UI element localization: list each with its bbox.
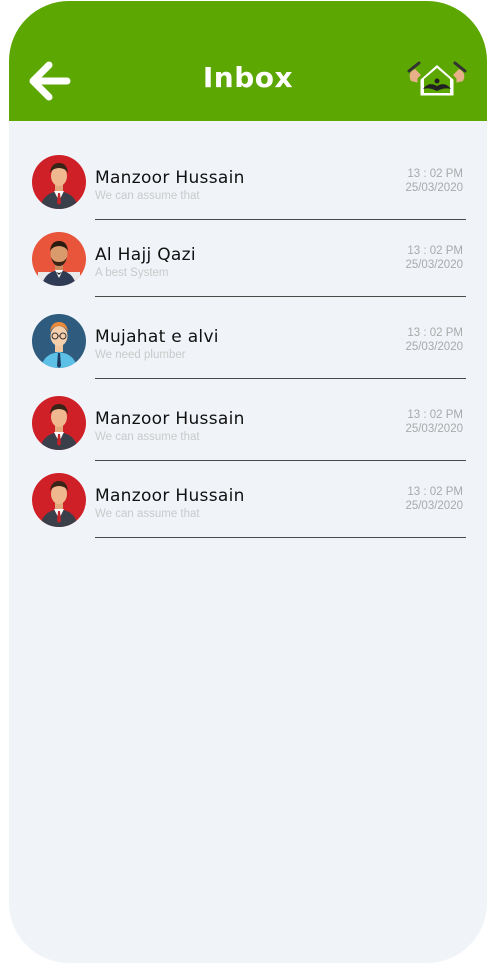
contact-name: Manzoor Hussain (95, 486, 245, 506)
contact-name: Manzoor Hussain (95, 409, 245, 429)
man-with-glasses-blue-avatar-icon (32, 314, 86, 368)
message-item[interactable]: Manzoor Hussain We can assume that 13 : … (9, 143, 487, 223)
message-date: 25/03/2020 (405, 259, 463, 271)
message-item[interactable]: Al Hajj Qazi A best System 13 : 02 PM 25… (9, 220, 487, 300)
avatar (32, 155, 86, 209)
message-time: 13 : 02 PM (407, 245, 463, 257)
avatar (32, 232, 86, 286)
bearded-man-orange-avatar-icon (32, 232, 86, 286)
message-time: 13 : 02 PM (407, 327, 463, 339)
message-item[interactable]: Manzoor Hussain We can assume that 13 : … (9, 384, 487, 464)
contact-name: Mujahat e alvi (95, 327, 219, 347)
message-preview: We need plumber (95, 349, 186, 361)
message-time: 13 : 02 PM (407, 486, 463, 498)
message-item[interactable]: Manzoor Hussain We can assume that 13 : … (9, 461, 487, 541)
divider (95, 378, 466, 379)
man-in-suit-red-avatar-icon (32, 473, 86, 527)
message-date: 25/03/2020 (405, 423, 463, 435)
message-preview: A best System (95, 267, 169, 279)
message-preview: We can assume that (95, 508, 200, 520)
message-date: 25/03/2020 (405, 500, 463, 512)
message-date: 25/03/2020 (405, 182, 463, 194)
plumber-house-logo-icon (407, 60, 467, 99)
divider (95, 296, 466, 297)
avatar (32, 473, 86, 527)
man-in-suit-red-avatar-icon (32, 396, 86, 450)
message-time: 13 : 02 PM (407, 168, 463, 180)
phone-screen: Inbox Manzoor Hussain We can assume that… (9, 1, 487, 963)
contact-name: Manzoor Hussain (95, 168, 245, 188)
message-time: 13 : 02 PM (407, 409, 463, 421)
plumber-logo-button[interactable] (405, 59, 469, 101)
app-header: Inbox (9, 1, 487, 121)
message-item[interactable]: Mujahat e alvi We need plumber 13 : 02 P… (9, 302, 487, 382)
man-in-suit-red-avatar-icon (32, 155, 86, 209)
message-preview: We can assume that (95, 431, 200, 443)
divider (95, 537, 466, 538)
message-preview: We can assume that (95, 190, 200, 202)
message-date: 25/03/2020 (405, 341, 463, 353)
avatar (32, 396, 86, 450)
contact-name: Al Hajj Qazi (95, 245, 196, 265)
avatar (32, 314, 86, 368)
